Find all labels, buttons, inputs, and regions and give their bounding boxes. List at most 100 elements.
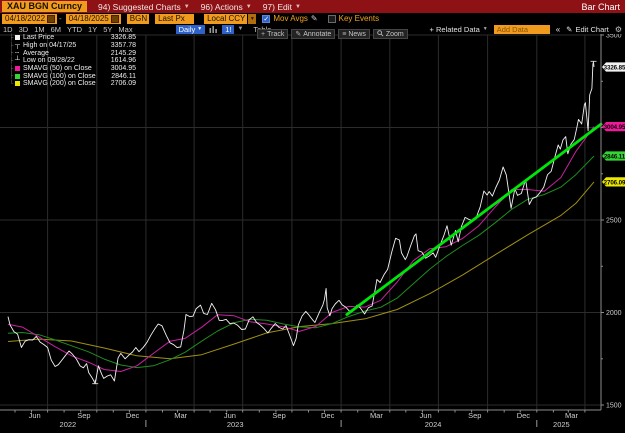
zoom-label: Zoom (385, 30, 404, 38)
chart-canvas[interactable]: 15002000250030003500JunSepDecMarJunSepDe… (0, 34, 625, 433)
svg-text:3500: 3500 (606, 34, 622, 40)
legend-value: 3326.85 (110, 34, 136, 42)
periodicity-dropdown[interactable]: Daily ▼ (175, 24, 206, 34)
annotate-button[interactable]: ✎ Annotate (291, 29, 336, 39)
svg-text:Jun: Jun (29, 411, 41, 420)
mov-avgs-checkbox[interactable]: ✓ (262, 14, 271, 23)
legend-label: Average (23, 49, 49, 57)
legend-value: 3357.78 (110, 42, 136, 50)
chart-toolbar: + Track ✎ Annotate ≡ News Zoom (257, 29, 408, 39)
legend-label: Low on 09/28/22 (23, 57, 75, 65)
svg-text:2024: 2024 (425, 420, 442, 429)
date-from-value: 04/18/2022 (5, 14, 46, 23)
chart-type-icon[interactable] (209, 25, 218, 33)
mov-avgs-label: Mov Avgs (273, 14, 308, 23)
svg-text:2023: 2023 (227, 420, 244, 429)
svg-text:Sep: Sep (468, 411, 481, 420)
svg-text:Dec: Dec (517, 411, 531, 420)
legend-value: 1614.96 (110, 57, 136, 65)
range-tab-1m[interactable]: 1M (31, 25, 47, 34)
svg-text:2025: 2025 (553, 420, 570, 429)
menu-bar: 94) Suggested Charts ▼ 96) Actions ▼ 97) Edi… (87, 2, 301, 12)
legend-label: SMAVG (100) on Close (23, 72, 96, 80)
legend-entry: ├ Last Price 3326.85 (9, 34, 136, 42)
currency-selector[interactable]: Local CCY (204, 13, 248, 24)
x-axis[interactable]: Jun Sep Dec Mar Jun Sep Dec Mar Jun Sep Dec Mar 2022… (14, 410, 586, 429)
related-data-button[interactable]: + Related Data ▼ (430, 25, 488, 34)
svg-text:2000: 2000 (606, 310, 622, 317)
pencil-icon: ✎ (566, 24, 573, 34)
price-field-selector[interactable]: Last Px (155, 13, 195, 24)
trend-line-annotation[interactable] (345, 122, 603, 317)
legend-entry: ├ SMAVG (100) on Close 2846.11 (9, 72, 136, 80)
range-tab-5y[interactable]: 5Y (100, 25, 115, 34)
right-controls: + Related Data ▼ « ✎ Edit Chart ⚙ (430, 24, 622, 34)
range-tab-ytd[interactable]: YTD (64, 25, 85, 34)
svg-text:Dec: Dec (321, 411, 335, 420)
chevron-down-icon[interactable]: ▼ (248, 13, 257, 24)
legend-label: SMAVG (50) on Close (23, 65, 92, 73)
range-tab-max[interactable]: Max (115, 25, 135, 34)
range-tab-1d[interactable]: 1D (0, 25, 16, 34)
legend-label: High on 04/17/25 (23, 42, 77, 50)
svg-text:Dec: Dec (126, 411, 140, 420)
legend-value: 3004.95 (110, 65, 136, 73)
svg-text:3326.85: 3326.85 (604, 64, 625, 71)
legend-entry: ├ ┬ High on 04/17/25 3357.78 (9, 42, 136, 50)
high-marker (590, 60, 597, 66)
periodicity-value: Daily (178, 24, 196, 34)
gear-icon[interactable]: ⚙ (615, 25, 622, 34)
svg-text:1500: 1500 (606, 403, 622, 410)
title-bar: XAU BGN Curncy 94) Suggested Charts ▼ 96) … (0, 0, 625, 13)
menu-item-96-actions[interactable]: 96) Actions ▼ (201, 2, 252, 12)
legend-entry: ├ ┴ Low on 09/28/22 1614.96 (9, 57, 136, 65)
news-label: News (348, 30, 366, 38)
collapse-panel-button[interactable]: « (556, 25, 560, 34)
chevron-down-icon: ▼ (294, 3, 301, 10)
menu-item-97-edit[interactable]: 97) Edit ▼ (263, 2, 301, 12)
plus-icon: + (261, 30, 266, 38)
svg-text:Mar: Mar (565, 411, 578, 420)
frequency-button[interactable]: 1! (222, 24, 235, 34)
svg-text:Jun: Jun (224, 411, 236, 420)
add-data-input[interactable] (493, 24, 550, 34)
calendar-icon[interactable] (110, 14, 119, 23)
range-tab-1y[interactable]: 1Y (85, 25, 100, 34)
news-button[interactable]: ≡ News (338, 29, 370, 39)
legend-swatch (15, 73, 20, 79)
edit-chart-label: Edit Chart (575, 24, 609, 34)
zoom-button[interactable]: Zoom (372, 29, 408, 39)
edit-chart-button[interactable]: ✎ Edit Chart (566, 25, 609, 34)
price-badges: 3326.85 3004.95 2846.11 2706.09 (602, 62, 625, 187)
price-source-field[interactable]: BGN (126, 13, 150, 24)
svg-text:Mar: Mar (370, 411, 383, 420)
legend-swatch (15, 81, 20, 87)
key-events-checkbox[interactable] (327, 14, 336, 23)
edit-mov-avgs-pencil-icon[interactable]: ✎ (311, 14, 318, 23)
sma200-line (7, 181, 595, 360)
calendar-icon[interactable] (47, 14, 56, 23)
security-ticker-field[interactable]: XAU BGN Curncy (2, 1, 88, 12)
annotate-label: Annotate (303, 30, 332, 38)
magnifier-icon (377, 29, 384, 39)
y-axis[interactable]: 15002000250030003500 (601, 34, 622, 410)
date-to-field[interactable]: 04/18/2025 (65, 13, 121, 24)
menu-item-94-suggested-charts[interactable]: 94) Suggested Charts ▼ (98, 2, 190, 12)
svg-text:Mar: Mar (174, 411, 187, 420)
date-from-field[interactable]: 04/18/2022 (2, 13, 58, 24)
range-tab-6m[interactable]: 6M (48, 25, 64, 34)
chevron-down-icon: ▼ (245, 3, 252, 10)
range-tab-3d[interactable]: 3D (16, 25, 32, 34)
menu-item-label: 97) Edit (262, 1, 292, 12)
chart-legend: ├ Last Price 3326.85 ├ ┬ High on 04/17/25 3357… (9, 34, 136, 88)
bar-chart-glyph (209, 26, 218, 33)
legend-label: Last Price (23, 34, 55, 42)
menu-item-label: 94) Suggested Charts (98, 1, 181, 12)
legend-label: SMAVG (200) on Close (23, 80, 96, 88)
track-button[interactable]: + Track (257, 29, 289, 39)
legend-value: 2145.29 (110, 49, 136, 57)
chevron-down-icon: ▼ (482, 26, 488, 32)
svg-text:Jun: Jun (420, 411, 432, 420)
chevron-down-icon[interactable]: ▼ (237, 26, 243, 32)
svg-text:2022: 2022 (60, 420, 77, 429)
